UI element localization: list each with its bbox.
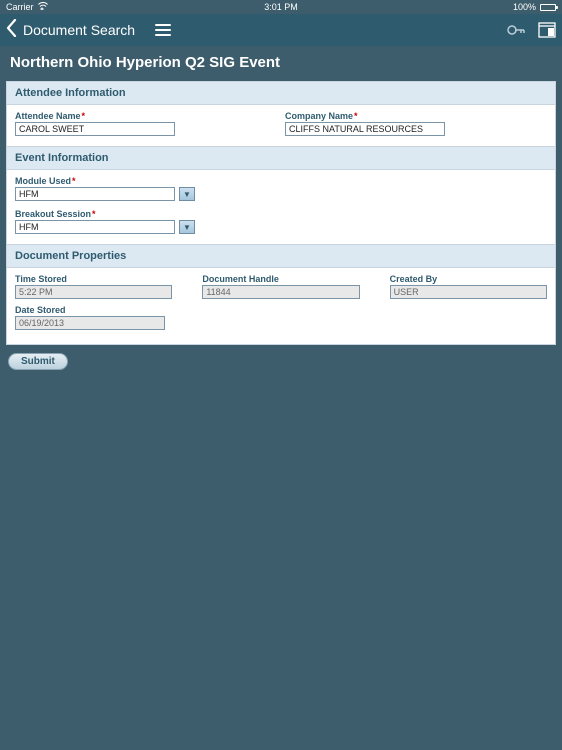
required-icon: * [72,176,76,186]
section-body-docprops: Time Stored Document Handle Created By D… [7,268,555,340]
key-icon[interactable] [506,22,526,38]
breakout-label: Breakout Session* [15,209,547,219]
menu-icon[interactable] [155,24,171,36]
field-attendee-name: Attendee Name* [15,111,175,136]
submit-row: Submit [0,345,562,376]
time-stored-label: Time Stored [15,274,172,284]
handle-input [202,285,359,299]
date-stored-label: Date Stored [15,305,165,315]
breakout-combo: ▼ [15,220,547,234]
required-icon: * [82,111,86,121]
status-right: 100% [513,2,556,12]
wifi-icon [38,2,48,12]
field-created-by: Created By [390,274,547,299]
section-header-docprops: Document Properties [7,244,555,268]
back-chevron-icon[interactable] [6,19,17,41]
breakout-input[interactable] [15,220,175,234]
status-bar: Carrier 3:01 PM 100% [0,0,562,14]
dropdown-icon[interactable]: ▼ [179,187,195,201]
field-module-used: Module Used* ▼ [15,176,547,201]
status-left: Carrier [6,2,48,12]
nav-right [506,22,556,38]
section-body-attendee: Attendee Name* Company Name* [7,105,555,146]
handle-label: Document Handle [202,274,359,284]
attendee-name-label: Attendee Name* [15,111,175,121]
required-icon: * [354,111,358,121]
field-breakout: Breakout Session* ▼ [15,209,547,234]
carrier-label: Carrier [6,2,34,12]
date-stored-input [15,316,165,330]
page-title: Northern Ohio Hyperion Q2 SIG Event [0,46,562,81]
created-by-input [390,285,547,299]
submit-button[interactable]: Submit [8,353,68,370]
section-body-event: Module Used* ▼ Breakout Session* ▼ [7,170,555,244]
status-time: 3:01 PM [264,2,298,12]
nav-left: Document Search [6,19,171,41]
dropdown-icon[interactable]: ▼ [179,220,195,234]
window-icon[interactable] [538,22,556,38]
module-used-input[interactable] [15,187,175,201]
field-handle: Document Handle [202,274,359,299]
field-company-name: Company Name* [285,111,445,136]
back-button[interactable]: Document Search [23,22,135,38]
time-stored-input [15,285,172,299]
created-by-label: Created By [390,274,547,284]
company-name-label: Company Name* [285,111,445,121]
form-container: Attendee Information Attendee Name* Comp… [6,81,556,345]
section-header-attendee: Attendee Information [7,82,555,105]
nav-bar: Document Search [0,14,562,46]
battery-icon [540,4,556,11]
field-time-stored: Time Stored [15,274,172,299]
company-name-input[interactable] [285,122,445,136]
required-icon: * [92,209,96,219]
battery-label: 100% [513,2,536,12]
module-used-label: Module Used* [15,176,547,186]
field-date-stored: Date Stored [15,305,165,330]
section-header-event: Event Information [7,146,555,170]
module-used-combo: ▼ [15,187,547,201]
attendee-name-input[interactable] [15,122,175,136]
